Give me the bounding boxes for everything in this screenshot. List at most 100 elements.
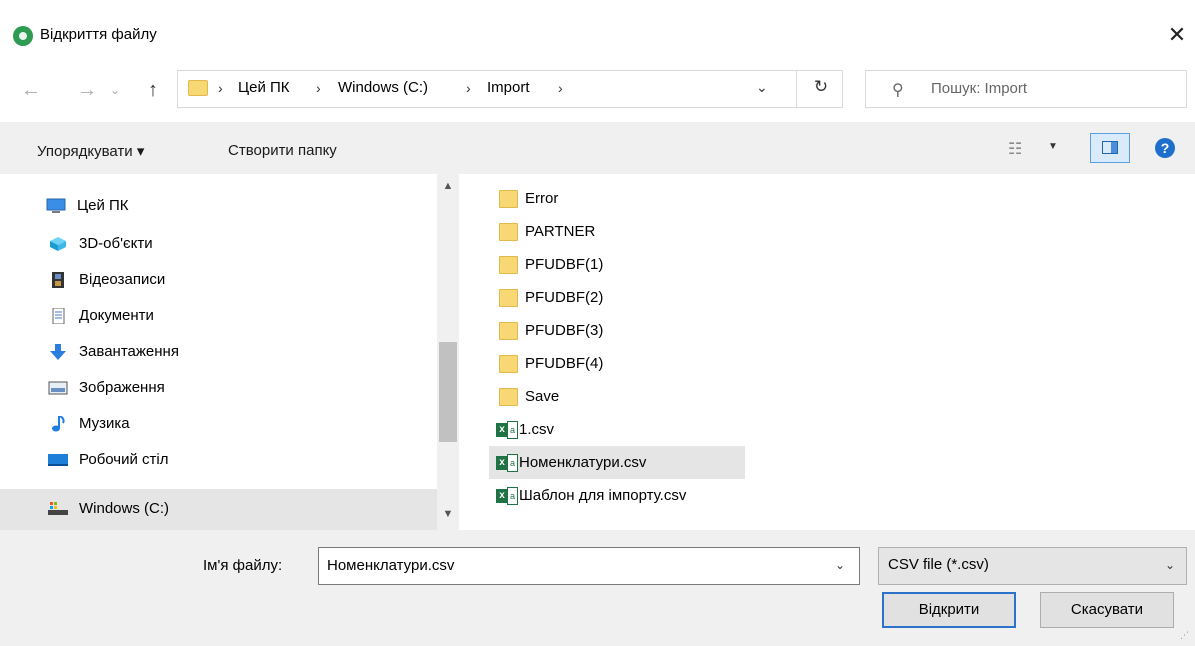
sidebar-item-windows-c[interactable]: Windows (C:) bbox=[0, 489, 437, 530]
address-dropdown-icon[interactable]: ⌄ bbox=[756, 79, 768, 96]
title-bar: Відкриття файлу ✕ bbox=[0, 0, 1195, 57]
chevron-down-icon[interactable]: ⌄ bbox=[835, 558, 845, 572]
folder-icon bbox=[499, 289, 518, 307]
cancel-button[interactable]: Скасувати bbox=[1040, 592, 1174, 628]
list-item[interactable]: Error bbox=[489, 182, 745, 215]
scroll-down-icon[interactable]: ▼ bbox=[437, 508, 459, 520]
list-item[interactable]: xa Номенклатури.csv bbox=[489, 446, 745, 479]
sidebar-item-videos[interactable]: Відеозаписи bbox=[0, 262, 437, 298]
folder-icon bbox=[499, 190, 518, 208]
address-bar[interactable]: › Цей ПК › Windows (C:) › Import › ⌄ ↻ bbox=[177, 70, 843, 108]
excel-csv-icon: xa bbox=[496, 454, 518, 472]
sidebar-item-this-pc[interactable]: Цей ПК bbox=[0, 188, 437, 224]
breadcrumb-item-this-pc[interactable]: Цей ПК bbox=[238, 79, 290, 96]
new-folder-button[interactable]: Створити папку bbox=[228, 142, 337, 159]
search-box[interactable]: ⚲ Пошук: Import bbox=[865, 70, 1187, 108]
file-type-value: CSV file (*.csv) bbox=[888, 556, 989, 573]
film-icon bbox=[52, 272, 64, 288]
folder-icon bbox=[499, 322, 518, 340]
sidebar-item-downloads[interactable]: Завантаження bbox=[0, 334, 437, 370]
file-list: Error PARTNER PFUDBF(1) PFUDBF(2) PFUDBF… bbox=[459, 174, 1195, 530]
file-name: PARTNER bbox=[525, 223, 596, 240]
window-title: Відкриття файлу bbox=[40, 26, 157, 43]
download-arrow-icon bbox=[50, 344, 66, 360]
refresh-icon[interactable]: ↻ bbox=[806, 77, 836, 97]
drive-icon bbox=[48, 502, 68, 515]
breadcrumb-item-import[interactable]: Import bbox=[487, 79, 530, 96]
file-name: Save bbox=[525, 388, 560, 405]
cube-3d-icon bbox=[50, 237, 66, 251]
close-button[interactable]: ✕ bbox=[1162, 20, 1192, 50]
sidebar-item-label: Відеозаписи bbox=[79, 271, 166, 288]
desktop-icon bbox=[48, 454, 68, 466]
search-input[interactable]: Пошук: Import bbox=[931, 80, 1027, 97]
open-button[interactable]: Відкрити bbox=[882, 592, 1016, 628]
view-dropdown-icon[interactable]: ▼ bbox=[1048, 141, 1058, 152]
sidebar-item-label: Цей ПК bbox=[77, 197, 129, 214]
breadcrumb-separator: › bbox=[316, 80, 321, 96]
sidebar-item-pictures[interactable]: Зображення bbox=[0, 370, 437, 406]
sidebar-item-documents[interactable]: Документи bbox=[0, 298, 437, 334]
breadcrumb-item-windows-c[interactable]: Windows (C:) bbox=[338, 79, 428, 96]
chevron-down-icon: ⌄ bbox=[1165, 558, 1176, 572]
file-name: 1.csv bbox=[519, 421, 555, 438]
search-icon: ⚲ bbox=[892, 82, 904, 99]
sidebar-item-music[interactable]: Музика bbox=[0, 406, 437, 442]
sidebar-item-desktop[interactable]: Робочий стіл bbox=[0, 442, 437, 478]
excel-csv-icon: xa bbox=[496, 487, 518, 505]
breadcrumb-separator: › bbox=[466, 80, 471, 96]
list-item[interactable]: PFUDBF(3) bbox=[489, 314, 745, 347]
file-name: Номенклатури.csv bbox=[519, 454, 647, 471]
breadcrumb-separator: › bbox=[218, 80, 223, 96]
sidebar-item-label: Музика bbox=[79, 415, 130, 432]
file-name: PFUDBF(3) bbox=[525, 322, 604, 339]
recent-locations-icon[interactable]: ⌄ bbox=[108, 72, 122, 108]
list-item[interactable]: PFUDBF(4) bbox=[489, 347, 745, 380]
sidebar-item-label: Windows (C:) bbox=[79, 500, 170, 517]
navigation-scrollbar[interactable]: ▲ ▼ bbox=[437, 174, 459, 530]
back-icon[interactable]: ← bbox=[18, 72, 44, 108]
folder-icon bbox=[499, 355, 518, 373]
sidebar-item-label: Зображення bbox=[79, 379, 165, 396]
folder-icon bbox=[188, 80, 208, 96]
file-name: PFUDBF(4) bbox=[525, 355, 604, 372]
preview-pane-icon bbox=[1102, 141, 1118, 154]
list-item[interactable]: PFUDBF(2) bbox=[489, 281, 745, 314]
view-options-icon[interactable]: ☷ bbox=[1008, 139, 1022, 159]
filename-label: Ім'я файлу: bbox=[203, 557, 283, 574]
forward-icon[interactable]: → bbox=[74, 72, 100, 108]
folder-icon bbox=[499, 388, 518, 406]
resize-grip-icon[interactable]: ⋰ bbox=[1180, 630, 1189, 641]
scrollbar-thumb[interactable] bbox=[439, 342, 457, 442]
up-arrow-icon[interactable]: ↑ bbox=[140, 72, 166, 108]
list-item[interactable]: Save bbox=[489, 380, 745, 413]
organize-button[interactable]: Упорядкувати ▾ bbox=[37, 142, 144, 160]
divider bbox=[796, 71, 797, 107]
sidebar-item-label: 3D-об'єкти bbox=[79, 235, 153, 252]
folder-icon bbox=[499, 256, 518, 274]
list-item[interactable]: PARTNER bbox=[489, 215, 745, 248]
document-icon bbox=[52, 308, 65, 324]
sidebar-item-label: Робочий стіл bbox=[79, 451, 169, 468]
file-type-select[interactable]: CSV file (*.csv) ⌄ bbox=[878, 547, 1187, 585]
file-name: Шаблон для імпорту.csv bbox=[519, 487, 687, 504]
dialog-footer: Ім'я файлу: Номенклатури.csv ⌄ CSV file … bbox=[0, 530, 1195, 646]
command-toolbar: Упорядкувати ▾ Створити папку ☷ ▼ ? bbox=[0, 122, 1195, 174]
computer-icon bbox=[46, 198, 66, 213]
list-item[interactable]: xa 1.csv bbox=[489, 413, 745, 446]
list-item[interactable]: xa Шаблон для імпорту.csv bbox=[489, 479, 745, 512]
file-name: Error bbox=[525, 190, 559, 207]
file-name: PFUDBF(2) bbox=[525, 289, 604, 306]
app-icon bbox=[13, 26, 33, 46]
list-item[interactable]: PFUDBF(1) bbox=[489, 248, 745, 281]
sidebar-item-label: Документи bbox=[79, 307, 154, 324]
preview-pane-button[interactable] bbox=[1090, 133, 1130, 163]
filename-field[interactable]: Номенклатури.csv ⌄ bbox=[318, 547, 860, 585]
breadcrumb-separator: › bbox=[558, 80, 563, 96]
help-icon[interactable]: ? bbox=[1155, 138, 1175, 158]
sidebar-item-3d-objects[interactable]: 3D-об'єкти bbox=[0, 226, 437, 262]
navigation-pane: Цей ПК 3D-об'єкти Відеозаписи Документи … bbox=[0, 174, 459, 530]
scroll-up-icon[interactable]: ▲ bbox=[437, 180, 459, 192]
music-note-icon bbox=[52, 416, 65, 432]
sidebar-item-label: Завантаження bbox=[79, 343, 179, 360]
